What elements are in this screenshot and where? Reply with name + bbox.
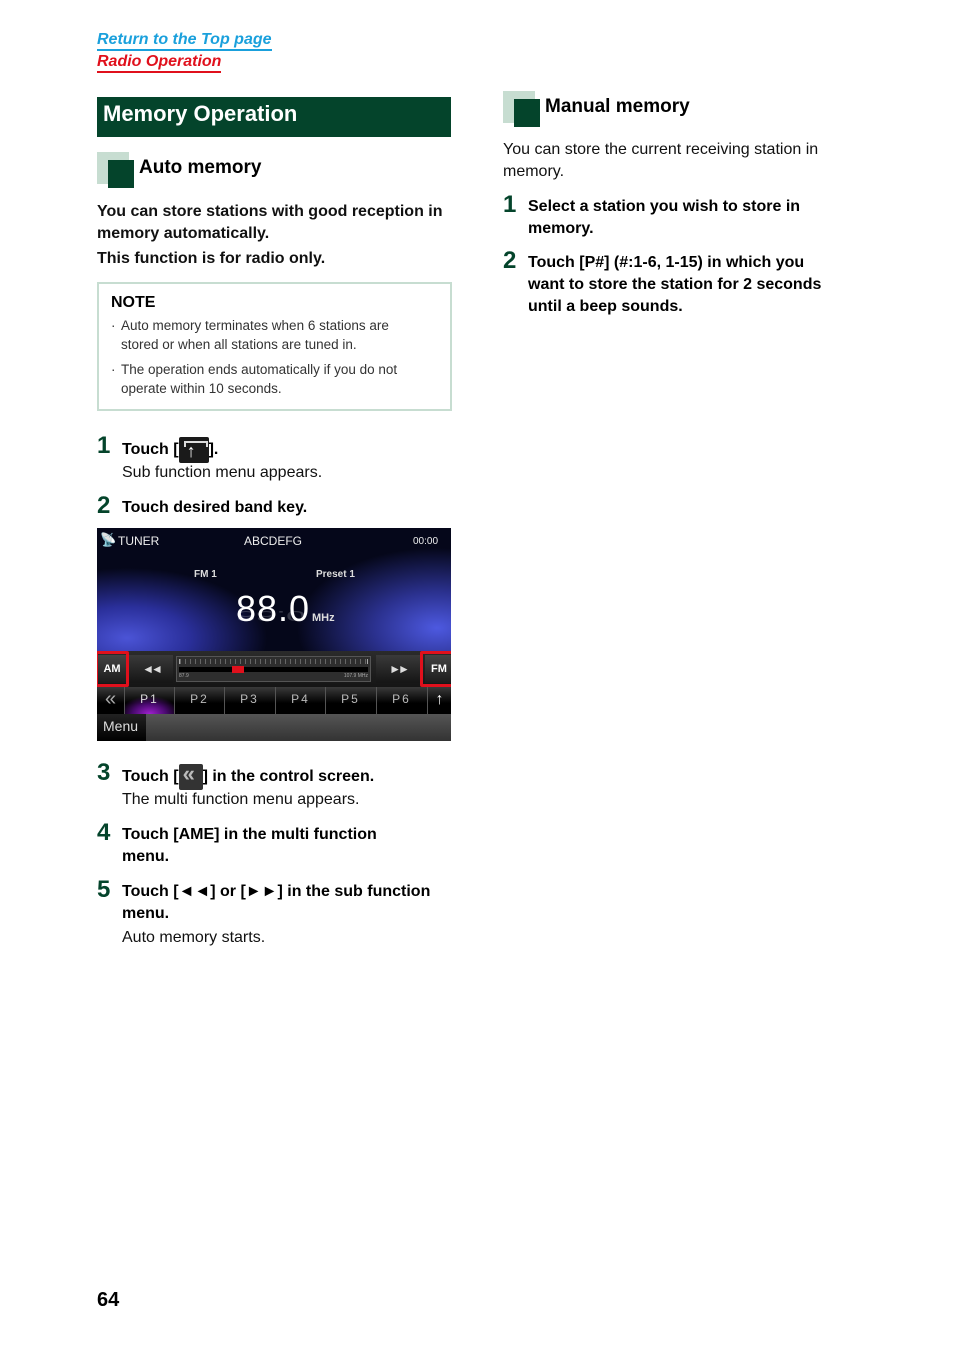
auto-memory-intro-2: memory automatically. (97, 225, 270, 242)
heading-marker-dark (514, 99, 540, 127)
fm-highlight-frame (420, 651, 451, 687)
manual-memory-intro-1: You can store the current receiving stat… (503, 141, 819, 158)
preset-button-1[interactable]: P1 (124, 687, 174, 714)
manual-memory-heading-text: Manual memory (545, 96, 690, 117)
preset-button-3[interactable]: P3 (224, 687, 274, 714)
seek-back-button[interactable]: ◄◄ (129, 655, 173, 683)
tuner-screen: 📡 TUNER ABCDEFG 00:00 FM 1 Preset 1 88.0… (97, 528, 451, 741)
note-box: NOTE · Auto memory terminates when 6 sta… (97, 282, 452, 411)
seek-min-label: 87.9 (179, 673, 189, 679)
step-result: Sub function menu appears. (122, 464, 323, 481)
instr-line: want to store the station for 2 seconds (528, 276, 822, 293)
step-instruction: Touch desired band key. (122, 499, 308, 516)
seek-position-marker[interactable] (232, 666, 245, 673)
step-instruction: Touch []. (122, 437, 218, 463)
seek-ticks (179, 659, 368, 664)
instr-line: Touch [AME] in the multi function (122, 826, 377, 843)
instr-text: ] in the control screen. (202, 768, 375, 786)
clock: 00:00 (413, 536, 439, 547)
preset-button-2[interactable]: P2 (174, 687, 224, 714)
step-2: 2 Touch desired band key. (97, 492, 457, 521)
step-number: 4 (97, 819, 111, 846)
heading-marker-dark (108, 160, 134, 188)
station-name: ABCDEFG (244, 534, 303, 548)
step-instruction: Touch [AME] in the multi function menu. (122, 824, 377, 868)
step-instruction: Select a station you wish to store in me… (528, 196, 800, 240)
manual-memory-intro-2: memory. (503, 163, 565, 180)
instr-line: Select a station you wish to store in (528, 198, 801, 215)
instr-line: memory. (528, 220, 594, 237)
instr-line: Touch [◄◄] or [►►] in the sub function (122, 883, 431, 900)
step-result: Auto memory starts. (122, 929, 266, 946)
radio-operation-link[interactable]: Radio Operation (97, 53, 222, 73)
step-number: 3 (97, 759, 111, 786)
step-number: 2 (97, 492, 111, 519)
return-to-top-link[interactable]: Return to the Top page (97, 31, 272, 51)
step-instruction: Touch [ ] in the control screen. (122, 763, 375, 790)
auto-memory-heading-text: Auto memory (139, 157, 262, 178)
step-number: 2 (503, 247, 517, 274)
control-row: AM ◄◄ 87.9 107.9 MHz ►► FM (97, 651, 451, 687)
instr-text: ]. (208, 441, 219, 459)
instr-line: Touch [P#] (#:1-6, 1-15) in which you (528, 254, 805, 271)
step-1: 1 Touch []. Sub function menu appears. (97, 432, 457, 487)
preset-button-6[interactable]: P6 (376, 687, 426, 714)
seek-track (179, 667, 368, 672)
frequency-reflection: 88.0 (236, 607, 307, 624)
upload-icon[interactable]: ↑ (427, 687, 451, 714)
instr-line: menu. (122, 848, 170, 865)
bullet: · (111, 318, 116, 333)
step-instruction: Touch [P#] (#:1-6, 1-15) in which you wa… (528, 252, 821, 318)
preset-button-4[interactable]: P4 (275, 687, 325, 714)
menu-button[interactable]: Menu (97, 714, 146, 741)
auto-memory-intro-3: This function is for radio only. (97, 250, 326, 267)
am-highlight-frame (97, 651, 129, 687)
manual-step-1: 1 Select a station you wish to store in … (503, 191, 863, 242)
manual-step-2: 2 Touch [P#] (#:1-6, 1-15) in which you … (503, 247, 883, 320)
note-title: NOTE (111, 294, 156, 311)
step-3: 3 Touch [ ] in the control screen. The mu… (97, 759, 457, 814)
preset-button-5[interactable]: P5 (325, 687, 375, 714)
bullet: · (111, 362, 116, 377)
note-item-line: The operation ends automatically if you … (121, 362, 398, 377)
instr-text: Touch [ (122, 441, 179, 459)
step-4: 4 Touch [AME] in the multi function menu… (97, 819, 457, 870)
note-item-line: stored or when all stations are tuned in… (121, 337, 357, 352)
step-instruction: Touch [◄◄] or [►►] in the sub function m… (122, 881, 430, 925)
source-label: TUNER (118, 534, 160, 548)
band-label: FM 1 (194, 569, 217, 580)
note-item-line: operate within 10 seconds. (121, 381, 282, 396)
menu-row: Menu (97, 714, 451, 741)
double-chevron-left-icon (178, 763, 203, 790)
upload-icon (178, 437, 209, 463)
tuner-status-bar: 📡 TUNER ABCDEFG 00:00 (97, 528, 451, 554)
seek-bar[interactable]: 87.9 107.9 MHz (176, 656, 371, 682)
page-number: 64 (97, 1289, 120, 1311)
step-number: 1 (97, 432, 111, 459)
step-number: 5 (97, 876, 111, 903)
instr-line: until a beep sounds. (528, 298, 683, 315)
preset-row: « P1 P2 P3 P4 P5 P6 ↑ (97, 687, 451, 714)
double-chevron-left-icon[interactable]: « (97, 687, 124, 714)
seek-forward-button[interactable]: ►► (376, 655, 420, 683)
step-result: The multi function menu appears. (122, 791, 360, 808)
preset-label: Preset 1 (316, 569, 355, 580)
antenna-icon: 📡 (100, 532, 117, 547)
frequency-unit: MHz (312, 612, 335, 624)
seek-max-label: 107.9 MHz (343, 673, 368, 679)
note-item-line: Auto memory terminates when 6 stations a… (121, 318, 389, 333)
auto-memory-intro-1: You can store stations with good recepti… (97, 203, 443, 220)
note-item: · The operation ends automatically if yo… (111, 360, 438, 398)
step-number: 1 (503, 191, 517, 218)
note-item: · Auto memory terminates when 6 stations… (111, 316, 438, 354)
instr-line: menu. (122, 905, 170, 922)
section-title: Memory Operation (97, 97, 451, 137)
instr-text: Touch [ (122, 768, 179, 786)
step-5: 5 Touch [◄◄] or [►►] in the sub function… (97, 876, 457, 951)
